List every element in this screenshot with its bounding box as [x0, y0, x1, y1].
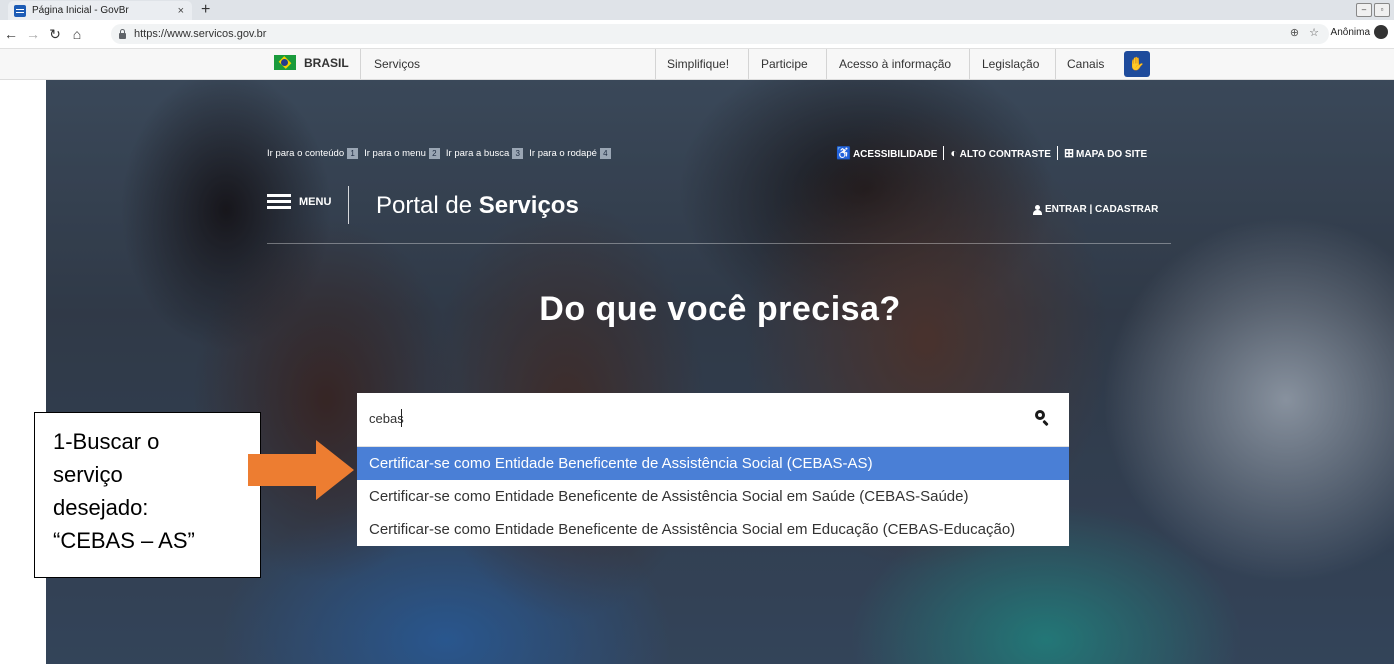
forward-icon[interactable]: →	[22, 26, 44, 42]
browser-tabstrip: Página Inicial - GovBr × + – ▫	[0, 0, 1394, 20]
skip-link-footer[interactable]: Ir para o rodapé 4	[529, 148, 611, 159]
lock-icon	[119, 28, 126, 39]
divider	[748, 49, 749, 79]
profile-label: Anônima	[1330, 26, 1370, 38]
address-bar[interactable]: https://www.servicos.gov.br ⊕ ☆	[111, 24, 1329, 44]
home-icon[interactable]: ⌂	[66, 26, 88, 42]
new-tab-button[interactable]: +	[201, 0, 210, 20]
omnibox-actions: ⊕ ☆	[1290, 26, 1319, 39]
govbr-favicon-icon	[14, 4, 26, 17]
divider	[655, 49, 656, 79]
servicos-link[interactable]: Serviços	[374, 57, 420, 71]
tab-close-icon[interactable]: ×	[178, 5, 184, 17]
back-icon[interactable]: ←	[0, 26, 22, 42]
suggestion-cebas-as[interactable]: Certificar-se como Entidade Beneficente …	[357, 447, 1069, 480]
suggestion-cebas-educacao[interactable]: Certificar-se como Entidade Beneficente …	[357, 513, 1069, 546]
hamburger-icon	[267, 194, 291, 210]
search-icon[interactable]	[1035, 410, 1049, 424]
search-suggestions: Certificar-se como Entidade Beneficente …	[357, 447, 1069, 546]
simplifique-link[interactable]: Simplifique!	[667, 57, 729, 71]
divider	[1056, 146, 1058, 160]
accessibility-link[interactable]: ♿ ACESSIBILIDADE	[836, 146, 937, 160]
sitemap-icon: ⊞	[1063, 146, 1075, 160]
divider	[943, 146, 945, 160]
accessibility-links: ♿ ACESSIBILIDADE ◐ ALTO CONTRASTE ⊞ MAPA DO…	[836, 146, 1147, 160]
participe-link[interactable]: Participe	[761, 57, 808, 71]
divider	[267, 243, 1171, 244]
legislacao-link[interactable]: Legislação	[982, 57, 1039, 71]
hero-headline: Do que você precisa?	[539, 290, 901, 328]
reload-icon[interactable]: ↻	[44, 26, 66, 43]
acesso-informacao-link[interactable]: Acesso à informação	[839, 57, 951, 71]
incognito-icon	[1374, 25, 1388, 39]
restore-icon[interactable]: ▫	[1374, 3, 1390, 17]
skip-link-content[interactable]: Ir para o conteúdo 1	[267, 148, 359, 159]
brazil-flag-icon	[274, 55, 296, 70]
divider	[360, 49, 361, 79]
callout-line: serviço	[53, 462, 123, 487]
tab-title: Página Inicial - GovBr	[32, 5, 129, 16]
divider	[826, 49, 827, 79]
suggestion-cebas-saude[interactable]: Certificar-se como Entidade Beneficente …	[357, 480, 1069, 513]
instruction-callout: 1-Buscar o serviço desejado: “CEBAS – AS…	[34, 412, 261, 578]
divider	[969, 49, 970, 79]
skip-link-search[interactable]: Ir para a busca 3	[446, 148, 524, 159]
gov-barra: BRASIL Serviços Simplifique! Participe A…	[0, 49, 1394, 80]
brasil-label: BRASIL	[304, 55, 349, 70]
portal-title[interactable]: Portal de Serviços	[376, 192, 579, 220]
skip-links: Ir para o conteúdo 1 Ir para o menu 2 Ir p…	[267, 148, 611, 159]
brasil-link[interactable]: BRASIL	[274, 55, 349, 70]
callout-line: 1-Buscar o	[53, 429, 160, 454]
skip-link-menu[interactable]: Ir para o menu 2	[364, 148, 440, 159]
callout-line: desejado:	[53, 495, 149, 520]
browser-toolbar: ← → ↻ ⌂ https://www.servicos.gov.br ⊕ ☆ …	[0, 20, 1394, 49]
accessibility-icon: ♿	[836, 146, 851, 160]
callout-line: “CEBAS – AS”	[53, 528, 195, 553]
window-controls: – ▫	[1356, 3, 1390, 17]
zoom-icon[interactable]: ⊕	[1290, 26, 1299, 39]
orange-arrow-icon	[248, 440, 354, 500]
contrast-icon: ◐	[950, 146, 958, 160]
user-icon	[1033, 204, 1042, 215]
browser-tab[interactable]: Página Inicial - GovBr ×	[8, 1, 192, 20]
bookmark-star-icon[interactable]: ☆	[1309, 26, 1319, 39]
high-contrast-link[interactable]: ◐ ALTO CONTRASTE	[950, 146, 1051, 160]
divider	[1055, 49, 1056, 79]
sitemap-link[interactable]: ⊞ MAPA DO SITE	[1064, 146, 1147, 160]
menu-label: MENU	[299, 196, 332, 208]
canais-link[interactable]: Canais	[1067, 57, 1104, 71]
search-input[interactable]	[369, 411, 1009, 426]
menu-button[interactable]: MENU	[267, 194, 331, 210]
text-cursor	[401, 409, 402, 427]
login-link[interactable]: ENTRAR | CADASTRAR	[1033, 204, 1158, 215]
minimize-icon[interactable]: –	[1356, 3, 1372, 17]
profile-button[interactable]: Anônima	[1331, 25, 1388, 39]
divider	[348, 186, 349, 224]
url-text: https://www.servicos.gov.br	[134, 28, 267, 40]
vlibras-icon[interactable]: ✋	[1124, 51, 1150, 77]
search-box	[357, 393, 1069, 447]
